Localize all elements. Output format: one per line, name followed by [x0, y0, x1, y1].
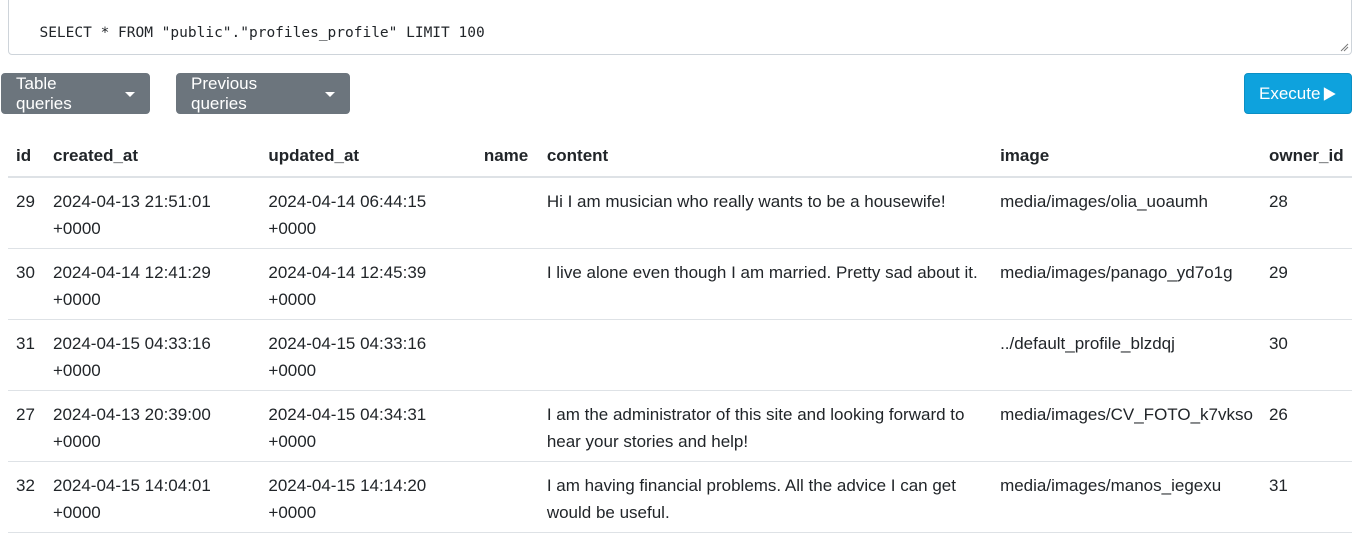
sql-query-textarea[interactable]: SELECT * FROM "public"."profiles_profile…: [8, 0, 1352, 55]
table-row: 32 2024-04-15 14:04:01 +0000 2024-04-15 …: [8, 461, 1352, 533]
cell-content: I am the administrator of this site and …: [538, 390, 993, 462]
column-header-image[interactable]: image: [992, 135, 1261, 178]
cell-content: [538, 319, 993, 391]
resize-handle-icon[interactable]: [1339, 42, 1349, 52]
cell-owner-id: 26: [1260, 390, 1352, 462]
cell-owner-id: 29: [1260, 248, 1352, 320]
cell-created-at: 2024-04-15 14:04:01 +0000: [44, 461, 261, 533]
table-row: 27 2024-04-13 20:39:00 +0000 2024-04-15 …: [8, 390, 1352, 462]
execute-label: Execute: [1259, 83, 1321, 103]
column-header-owner-id[interactable]: owner_id: [1260, 135, 1352, 178]
execute-button[interactable]: Execute: [1244, 73, 1352, 114]
sql-query-text: SELECT * FROM "public"."profiles_profile…: [39, 25, 485, 41]
table-row: 29 2024-04-13 21:51:01 +0000 2024-04-14 …: [8, 177, 1352, 249]
cell-owner-id: 30: [1260, 319, 1352, 391]
caret-down-icon: [125, 92, 135, 97]
previous-queries-label: Previous queries: [191, 73, 258, 113]
cell-image: media/images/panago_yd7o1g: [992, 248, 1261, 320]
cell-content: Hi I am musician who really wants to be …: [538, 177, 993, 249]
cell-updated-at: 2024-04-14 12:45:39 +0000: [260, 248, 476, 320]
cell-name: [475, 319, 539, 391]
cell-name: [475, 177, 539, 249]
column-header-id[interactable]: id: [8, 135, 45, 178]
cell-image: media/images/olia_uoaumh: [992, 177, 1261, 249]
cell-created-at: 2024-04-13 20:39:00 +0000: [44, 390, 261, 462]
table-row: 30 2024-04-14 12:41:29 +0000 2024-04-14 …: [8, 248, 1352, 320]
cell-id: 27: [8, 390, 45, 462]
caret-down-icon: [325, 92, 335, 97]
column-header-content[interactable]: content: [538, 135, 993, 178]
cell-updated-at: 2024-04-15 04:34:31 +0000: [260, 390, 476, 462]
results-table: id created_at updated_at name content im…: [8, 135, 1352, 533]
previous-queries-dropdown-button[interactable]: Previous queries: [176, 73, 350, 114]
cell-image: media/images/manos_iegexu: [992, 461, 1261, 533]
cell-image: ../default_profile_blzdqj: [992, 319, 1261, 391]
column-header-updated-at[interactable]: updated_at: [260, 135, 476, 178]
table-queries-dropdown-button[interactable]: Table queries: [1, 73, 150, 114]
cell-created-at: 2024-04-15 04:33:16 +0000: [44, 319, 261, 391]
cell-id: 29: [8, 177, 45, 249]
cell-updated-at: 2024-04-15 04:33:16 +0000: [260, 319, 476, 391]
column-header-created-at[interactable]: created_at: [44, 135, 261, 178]
cell-created-at: 2024-04-14 12:41:29 +0000: [44, 248, 261, 320]
cell-name: [475, 248, 539, 320]
cell-name: [475, 390, 539, 462]
table-row: 31 2024-04-15 04:33:16 +0000 2024-04-15 …: [8, 319, 1352, 391]
cell-created-at: 2024-04-13 21:51:01 +0000: [44, 177, 261, 249]
cell-name: [475, 461, 539, 533]
column-header-name[interactable]: name: [475, 135, 539, 178]
cell-image: media/images/CV_FOTO_k7vkso: [992, 390, 1261, 462]
cell-updated-at: 2024-04-14 06:44:15 +0000: [260, 177, 476, 249]
table-header-row: id created_at updated_at name content im…: [8, 135, 1352, 178]
cell-owner-id: 28: [1260, 177, 1352, 249]
cell-owner-id: 31: [1260, 461, 1352, 533]
table-queries-label: Table queries: [16, 73, 72, 113]
play-icon: [1324, 86, 1337, 101]
cell-content: I am having financial problems. All the …: [538, 461, 993, 533]
cell-id: 32: [8, 461, 45, 533]
cell-id: 30: [8, 248, 45, 320]
cell-content: I live alone even though I am married. P…: [538, 248, 993, 320]
cell-updated-at: 2024-04-15 14:14:20 +0000: [260, 461, 476, 533]
cell-id: 31: [8, 319, 45, 391]
